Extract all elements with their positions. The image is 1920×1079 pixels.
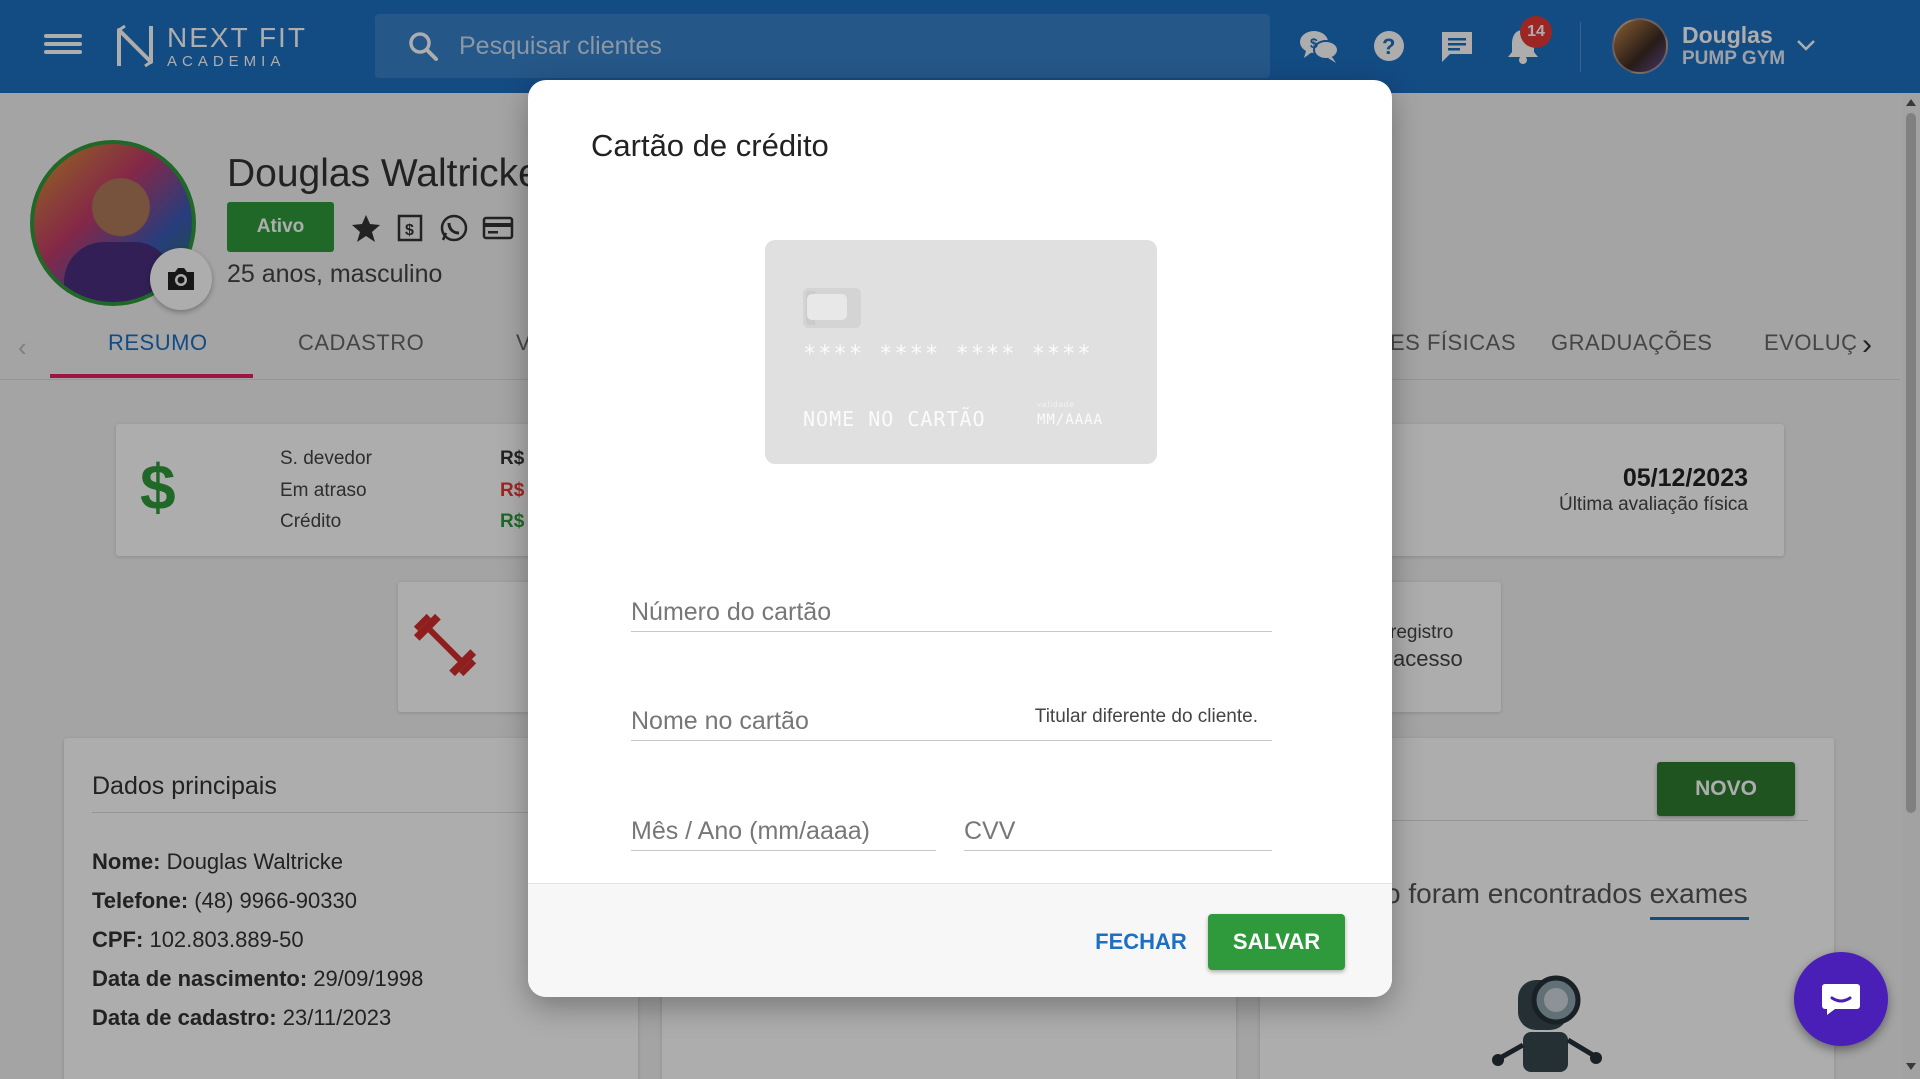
card-holder-preview: NOME NO CARTÃO	[803, 407, 986, 431]
card-number-preview: **** **** **** ****	[803, 342, 1093, 367]
chat-bubble-icon	[1822, 984, 1860, 1015]
card-chip-icon	[803, 288, 861, 328]
card-expiry-preview: MM/AAAA	[1037, 412, 1104, 428]
cvv-input[interactable]	[964, 805, 1272, 850]
credit-card-dialog: Cartão de crédito **** **** **** **** NO…	[528, 80, 1392, 997]
card-valid-label: validade	[1037, 400, 1075, 409]
close-button[interactable]: FECHAR	[1076, 914, 1206, 970]
cvv-field[interactable]	[964, 805, 1272, 851]
card-number-input[interactable]	[631, 586, 1272, 631]
credit-card-preview: **** **** **** **** NOME NO CARTÃO valid…	[765, 240, 1157, 464]
card-number-field[interactable]	[631, 586, 1272, 632]
expiry-field[interactable]	[631, 805, 936, 851]
support-chat-button[interactable]	[1794, 952, 1888, 1046]
dialog-title: Cartão de crédito	[591, 128, 829, 163]
expiry-input[interactable]	[631, 805, 936, 850]
dialog-footer: FECHAR SALVAR	[528, 883, 1392, 997]
holder-different-link[interactable]: Titular diferente do cliente.	[1028, 706, 1258, 728]
save-button[interactable]: SALVAR	[1208, 914, 1345, 970]
